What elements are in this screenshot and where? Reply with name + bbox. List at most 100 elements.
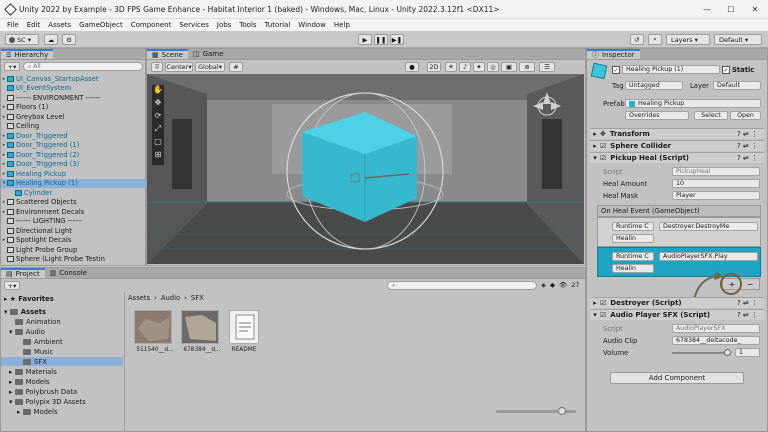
maximize-button[interactable]: ☐ [719,0,743,19]
menu-jobs[interactable]: Jobs [213,21,235,29]
object-name-field[interactable]: Healing Pickup (1) [622,65,720,74]
move-tool-icon[interactable]: ✥ [152,98,164,111]
volume-slider-handle[interactable] [724,349,731,356]
list-item[interactable]: ▸ Door_Triggered (3) [1,160,146,170]
menu-assets[interactable]: Assets [44,21,75,29]
audio-clip-field[interactable]: 678384__deltacode_ [672,336,760,345]
effects-icon[interactable]: ✦ [473,62,485,72]
menu-gameobject[interactable]: GameObject [75,21,127,29]
audio-clip-thumbnail[interactable] [181,310,219,344]
hand-tool-icon[interactable]: ✋ [152,85,164,98]
close-window-button[interactable]: ✕ [743,0,767,19]
tree-item[interactable]: Animation [1,317,123,326]
target-object-field[interactable]: Healin [612,264,654,273]
component-menu-icon[interactable]: ? ⇌ ⋮ [737,130,764,138]
tree-item[interactable]: ▾ Assets [1,307,123,316]
cloud-icon[interactable]: ☁ [44,34,58,45]
tool-handle-icon[interactable]: ⠿ [151,62,163,72]
history-icon[interactable]: ↺ [630,34,644,45]
checkbox-icon[interactable]: ☑ [600,311,606,319]
project-search-input[interactable]: ⌕ [387,281,537,290]
tab-project[interactable]: ▤ Project [1,268,45,278]
runtime-dropdown[interactable]: Runtime C [612,252,654,261]
tab-scene[interactable]: ▦ Scene [147,49,188,59]
tree-item[interactable]: ▾ Polypix 3D Assets [1,397,123,406]
target-object-field[interactable]: Healin [612,234,654,243]
hidden-count-icon[interactable]: 👁 [559,281,567,289]
destroyer-component-header[interactable]: ▸ ☑ Destroyer (Script) ? ⇌ ⋮ [590,297,764,308]
zoom-slider-handle[interactable] [558,407,566,415]
play-button[interactable]: ▶ [358,34,372,45]
readme-thumbnail[interactable] [229,310,259,344]
list-item[interactable]: UI_EventSystem [1,84,146,94]
open-button[interactable]: Open [730,111,761,120]
lighting-icon[interactable]: ☀ [445,62,457,72]
view-options-icon[interactable]: ☰ [539,62,555,72]
checkbox-icon[interactable]: ☑ [600,299,606,307]
list-item[interactable]: ▸ Door_Triggered (1) [1,141,146,151]
transform-component-header[interactable]: ▸ ✥ Transform ? ⇌ ⋮ [590,128,764,139]
menu-component[interactable]: Component [127,21,176,29]
heal-mask-dropdown[interactable]: Player [672,191,760,200]
add-component-button[interactable]: Add Component [610,372,744,384]
rotate-tool-icon[interactable]: ⟳ [152,111,164,124]
tree-item[interactable]: ▸ Models [1,407,123,416]
tab-hierarchy[interactable]: ☰ Hierarchy [1,49,54,59]
list-item[interactable]: ▸ Healing Pickup [1,169,146,179]
audio-sfx-component-header[interactable]: ▾ ☑ Audio Player SFX (Script) ? ⇌ ⋮ [590,309,764,320]
prefab-field[interactable]: Healing Pickup [625,99,761,108]
transform-tool-icon[interactable]: ⊞ [152,150,164,163]
active-checkbox[interactable]: ✓ [612,66,620,74]
tree-item[interactable]: Music [1,347,123,356]
list-item[interactable]: ▸ Environment Decals [1,207,146,217]
menu-tutorial[interactable]: Tutorial [261,21,295,29]
list-item[interactable]: ▸ UI_Canvas_StartupAsset [1,74,146,84]
scale-tool-icon[interactable]: ⤢ [152,124,164,137]
component-menu-icon[interactable]: ? ⇌ ⋮ [737,311,764,319]
breadcrumb-audio[interactable]: Audio [161,294,180,302]
grid-snap-icon[interactable]: # [229,62,243,72]
menu-services[interactable]: Services [175,21,213,29]
list-item[interactable]: ▸ Floors (1) [1,103,146,113]
audio-clip-thumbnail[interactable] [134,310,172,344]
audio-icon[interactable]: ♪ [459,62,471,72]
tree-item[interactable]: SFX [1,357,123,366]
search-icon[interactable]: ⌕ [648,34,662,45]
select-button[interactable]: Select [694,111,728,120]
list-item[interactable]: ▸ Spotlight Decals [1,236,146,246]
runtime-dropdown[interactable]: Runtime C [612,222,654,231]
component-menu-icon[interactable]: ? ⇌ ⋮ [737,142,764,150]
list-item[interactable]: ▸ Door_Triggered [1,131,146,141]
camera-icon[interactable]: ▣ [501,62,517,72]
list-item[interactable]: Cylinder [1,188,146,198]
account-dropdown[interactable]: SC ▾ [5,34,39,45]
heal-amount-field[interactable]: 10 [672,179,760,188]
component-menu-icon[interactable]: ? ⇌ ⋮ [737,154,764,162]
menu-window[interactable]: Window [294,21,330,29]
list-item[interactable]: Light Probe Group [1,245,146,255]
gizmos-icon[interactable]: ⊕ [519,62,535,72]
space-dropdown[interactable]: Global ▾ [195,62,225,72]
list-item[interactable]: ------ ENVIRONMENT ------ [1,93,146,103]
tab-inspector[interactable]: ⓘ Inspector [587,49,640,59]
volume-slider[interactable] [672,349,731,356]
shading-icon[interactable]: ● [405,62,419,72]
tab-game[interactable]: ◫ Game [188,49,228,59]
rect-tool-icon[interactable]: ▢ [152,137,164,150]
pivot-dropdown[interactable]: Center ▾ [165,62,193,72]
tree-item[interactable]: Ambient [1,337,123,346]
tree-item[interactable]: ▸ Models [1,377,123,386]
list-item[interactable]: ▸ Greybox Level [1,112,146,122]
minimize-button[interactable]: — [695,0,719,19]
checkbox-icon[interactable]: ☑ [600,154,606,162]
component-menu-icon[interactable]: ? ⇌ ⋮ [737,299,764,307]
menu-file[interactable]: File [3,21,23,29]
volume-field[interactable]: 1 [735,348,760,357]
zoom-slider[interactable] [496,407,576,415]
menu-tools[interactable]: Tools [235,21,260,29]
hidden-icon[interactable]: ◎ [487,62,499,72]
tree-item[interactable]: ▸ ★ Favorites [1,294,123,303]
collab-icon[interactable]: ⚙ [62,34,76,45]
overrides-dropdown[interactable]: Overrides [625,111,689,120]
step-button[interactable]: ▶❚ [390,34,404,45]
